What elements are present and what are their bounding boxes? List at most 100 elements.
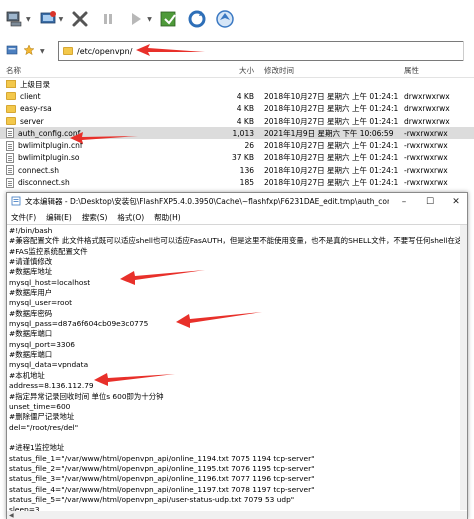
file-icon [6, 177, 14, 188]
file-name: bwlimitplugin.cnf [18, 141, 83, 151]
file-size: 4 KB [236, 91, 254, 101]
editor-title-bar[interactable]: 文本编辑器 - D:\Desktop\安装包\FlashFXP5.4.0.395… [7, 193, 467, 210]
file-date: 2018年10月27日 星期六 上午 01:24:14 [264, 116, 398, 126]
bookmark-star-icon[interactable] [23, 44, 35, 58]
file-size: 37 KB [232, 153, 254, 163]
file-icon [6, 128, 14, 139]
editor-line: #指定异常记录回收时间 单位s 600即为十分钟 [9, 391, 164, 401]
editor-content[interactable]: #!/bin/bash #兼容配置文件 此文件格式既可以适应shell也可以适应F… [9, 226, 461, 516]
file-size: 1,013 [232, 128, 254, 138]
connect-icon[interactable] [4, 6, 26, 32]
path-value: /etc/openvpn/ [77, 46, 133, 56]
file-name: connect.sh [18, 165, 59, 175]
chevron-down-icon[interactable]: ▼ [26, 16, 31, 23]
file-size: 185 [239, 178, 254, 188]
refresh-icon[interactable] [186, 6, 208, 32]
editor-line: del="/root/res/del" [9, 422, 79, 432]
editor-line: mysql_port=3306 [9, 339, 76, 349]
column-header-attr[interactable]: 属性 [398, 65, 468, 76]
file-name: disconnect.sh [18, 178, 70, 188]
file-date: 2018年10月27日 星期六 上午 01:24:14 [264, 104, 398, 114]
editor-line: status_file_3="/var/www/html/openvpn_api… [9, 474, 315, 484]
editor-line: unset_time=600 [9, 401, 71, 411]
bookmark-dropdown-icon[interactable]: ▼ [40, 48, 45, 55]
folder-icon [63, 47, 73, 55]
pause-icon[interactable] [97, 6, 119, 32]
menu-format[interactable]: 格式(O) [117, 212, 144, 223]
file-date: 2018年10月27日 星期六 上午 01:24:14 [264, 141, 398, 151]
file-row[interactable]: bwlimitplugin.cnf 26 2018年10月27日 星期六 上午 … [0, 139, 474, 151]
file-attr: drwxrwxrwx [404, 104, 450, 114]
menu-search[interactable]: 搜索(S) [82, 212, 108, 223]
editor-line: address=8.136.112.79 [9, 381, 94, 391]
menu-file[interactable]: 文件(F) [11, 212, 36, 223]
close-button[interactable]: ✕ [445, 193, 467, 210]
file-row[interactable]: server 4 KB 2018年10月27日 星期六 上午 01:24:14 … [0, 115, 474, 127]
column-header-size[interactable]: 大小 [210, 65, 258, 76]
file-name: easy-rsa [20, 104, 52, 114]
home-icon[interactable] [214, 6, 236, 32]
menu-help[interactable]: 帮助(H) [154, 212, 181, 223]
maximize-button[interactable]: ☐ [419, 193, 441, 210]
file-size: 26 [244, 141, 254, 151]
file-name: auth_config.conf [18, 128, 81, 138]
menu-edit[interactable]: 编辑(E) [46, 212, 72, 223]
quick-connect-icon[interactable] [37, 6, 59, 32]
file-row[interactable]: bwlimitplugin.so 37 KB 2018年10月27日 星期六 上… [0, 152, 474, 164]
file-date: 2018年10月27日 星期六 上午 01:24:14 [264, 153, 398, 163]
editor-line: mysql_host=localhost [9, 277, 91, 287]
file-attr: -rwxrwxrwx [404, 153, 448, 163]
minimize-button[interactable]: – [393, 193, 415, 210]
ftp-toolbar: ▼ ▼ ▼ [0, 0, 474, 38]
editor-line: mysql_pass=d87a6f604cb09e3c0775 [9, 319, 149, 329]
file-row-selected[interactable]: auth_config.conf 1,013 2021年1月9日 星期六 下午 … [0, 127, 474, 140]
folder-icon [6, 92, 16, 101]
file-attr: -rwxrwxrwx [404, 165, 448, 175]
file-size: 4 KB [236, 104, 254, 114]
horizontal-scrollbar[interactable]: ◀ [7, 511, 467, 519]
editor-text-area[interactable]: #!/bin/bash #兼容配置文件 此文件格式既可以适应shell也可以适应F… [7, 224, 467, 519]
editor-line: #数据库地址 [9, 267, 53, 277]
editor-line: status_file_1="/var/www/html/openvpn_api… [9, 453, 315, 463]
file-attr: -rwxrwxrwx [404, 128, 448, 138]
file-date: 2018年10月27日 星期六 上午 01:24:14 [264, 165, 398, 175]
file-icon [6, 165, 14, 176]
parent-directory-row[interactable]: 上级目录 [0, 78, 474, 90]
editor-line: #数据库端口 [9, 350, 53, 360]
editor-line: #兼容配置文件 此文件格式既可以适应shell也可以适应FasAUTH，但是这里… [9, 236, 461, 246]
editor-menu-bar: 文件(F) 编辑(E) 搜索(S) 格式(O) 帮助(H) [7, 210, 467, 224]
file-name: 上级目录 [20, 79, 50, 89]
file-row[interactable]: connect.sh 136 2018年10月27日 星期六 上午 01:24:… [0, 164, 474, 176]
editor-line: status_file_2="/var/www/html/openvpn_api… [9, 463, 315, 473]
chevron-down-icon[interactable]: ▼ [147, 16, 152, 23]
file-date: 2018年10月27日 星期六 上午 01:24:14 [264, 91, 398, 101]
transfer-icon[interactable] [125, 6, 147, 32]
file-size: 136 [239, 165, 254, 175]
server-icon[interactable] [6, 44, 18, 58]
file-row[interactable]: disconnect.sh 185 2018年10月27日 星期六 上午 01:… [0, 176, 474, 188]
file-date: 2018年10月27日 星期六 上午 01:24:14 [264, 178, 398, 188]
disconnect-icon[interactable] [69, 6, 91, 32]
file-row[interactable]: easy-rsa 4 KB 2018年10月27日 星期六 上午 01:24:1… [0, 103, 474, 115]
column-header-name[interactable]: 名称 [0, 65, 210, 76]
path-history-dropdown[interactable] [463, 41, 471, 61]
vertical-scrollbar[interactable] [460, 225, 467, 510]
queue-icon[interactable] [158, 6, 180, 32]
editor-line: #FAS监控系统配置文件 [9, 246, 88, 256]
file-name: client [20, 91, 41, 101]
editor-line: #进程1监控地址 [9, 443, 65, 453]
editor-line: #请谨慎修改 [9, 257, 53, 267]
editor-line: #数据库用户 [9, 288, 53, 298]
file-name: bwlimitplugin.so [18, 153, 80, 163]
editor-line: mysql_user=root [9, 298, 72, 308]
column-header-date[interactable]: 修改时间 [258, 65, 398, 76]
path-input[interactable]: /etc/openvpn/ [58, 41, 464, 61]
editor-line: #本机地址 [9, 370, 45, 380]
file-list-header: 名称 大小 修改时间 属性 [0, 64, 474, 78]
folder-icon [6, 104, 16, 113]
chevron-down-icon[interactable]: ▼ [59, 16, 64, 23]
file-row[interactable]: client 4 KB 2018年10月27日 星期六 上午 01:24:14 … [0, 90, 474, 102]
scroll-left-icon[interactable]: ◀ [9, 512, 14, 519]
file-attr: -rwxrwxrwx [404, 178, 448, 188]
